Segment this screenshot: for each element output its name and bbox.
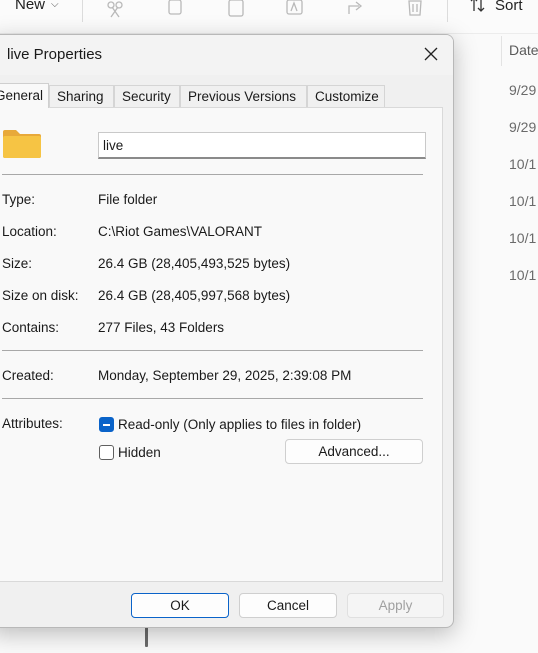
- created-label: Created:: [2, 368, 54, 383]
- close-icon: [424, 47, 438, 61]
- created-value: Monday, September 29, 2025, 2:39:08 PM: [98, 368, 352, 383]
- column-divider[interactable]: [501, 36, 502, 66]
- size-on-disk-value: 26.4 GB (28,405,997,568 bytes): [98, 288, 291, 303]
- date-cell: 10/1: [509, 230, 537, 246]
- divider: [2, 398, 423, 399]
- size-value: 26.4 GB (28,405,493,525 bytes): [98, 256, 291, 271]
- attributes-label: Attributes:: [2, 416, 63, 431]
- folder-name-input[interactable]: [98, 132, 426, 159]
- folder-icon: [3, 130, 41, 158]
- properties-dialog: live Properties General Sharing Security…: [0, 34, 454, 628]
- cancel-button[interactable]: Cancel: [239, 593, 337, 618]
- sort-label: Sort: [495, 0, 523, 14]
- contains-label: Contains:: [2, 320, 60, 335]
- general-panel: Type: File folder Location: C:\Riot Game…: [0, 107, 443, 582]
- type-value: File folder: [98, 192, 158, 207]
- new-label: New: [15, 0, 46, 13]
- contains-value: 277 Files, 43 Folders: [98, 320, 225, 335]
- paste-icon[interactable]: [225, 0, 247, 20]
- hidden-checkbox[interactable]: [99, 445, 114, 460]
- dialog-titlebar[interactable]: live Properties: [0, 35, 453, 75]
- ok-button[interactable]: OK: [131, 593, 229, 618]
- readonly-label[interactable]: Read-only (Only applies to files in fold…: [118, 417, 361, 432]
- tab-sharing[interactable]: Sharing: [49, 85, 114, 107]
- location-value: C:\Riot Games\VALORANT: [98, 224, 263, 239]
- sort-icon: [470, 0, 485, 12]
- dialog-title: live Properties: [7, 46, 103, 63]
- size-on-disk-label: Size on disk:: [2, 288, 79, 303]
- date-cell: 9/29: [509, 119, 537, 135]
- readonly-checkbox[interactable]: [99, 417, 114, 432]
- explorer-toolbar: New ⌵ Sort: [0, 0, 538, 34]
- rename-icon[interactable]: [284, 0, 306, 20]
- date-cell: 10/1: [509, 193, 537, 209]
- location-label: Location:: [2, 224, 57, 239]
- tab-customize[interactable]: Customize: [307, 85, 385, 107]
- tab-strip: General Sharing Security Previous Versio…: [0, 83, 453, 108]
- date-cell: 10/1: [509, 156, 537, 172]
- type-label: Type:: [2, 192, 36, 207]
- advanced-button[interactable]: Advanced...: [285, 439, 423, 464]
- scrollbar-thumb[interactable]: [145, 627, 148, 647]
- close-button[interactable]: [409, 35, 453, 73]
- divider: [2, 350, 423, 351]
- cut-icon[interactable]: [104, 0, 126, 20]
- date-column-header[interactable]: Date: [509, 42, 538, 58]
- copy-icon[interactable]: [164, 0, 186, 20]
- date-cell: 9/29: [509, 82, 537, 98]
- chevron-down-icon: ⌵: [51, 0, 59, 10]
- toolbar-divider: [82, 0, 83, 22]
- tab-previous-versions[interactable]: Previous Versions: [180, 85, 307, 107]
- new-button[interactable]: New ⌵: [15, 0, 59, 13]
- divider: [2, 174, 423, 175]
- sort-button[interactable]: Sort: [469, 0, 523, 14]
- hidden-label[interactable]: Hidden: [118, 445, 161, 460]
- apply-button[interactable]: Apply: [347, 593, 444, 618]
- share-icon[interactable]: [345, 0, 367, 20]
- toolbar-divider: [447, 0, 448, 22]
- size-label: Size:: [2, 256, 33, 271]
- tab-security[interactable]: Security: [114, 85, 180, 107]
- tab-general[interactable]: General: [0, 83, 49, 108]
- date-cell: 10/1: [509, 267, 537, 283]
- delete-icon[interactable]: [404, 0, 426, 20]
